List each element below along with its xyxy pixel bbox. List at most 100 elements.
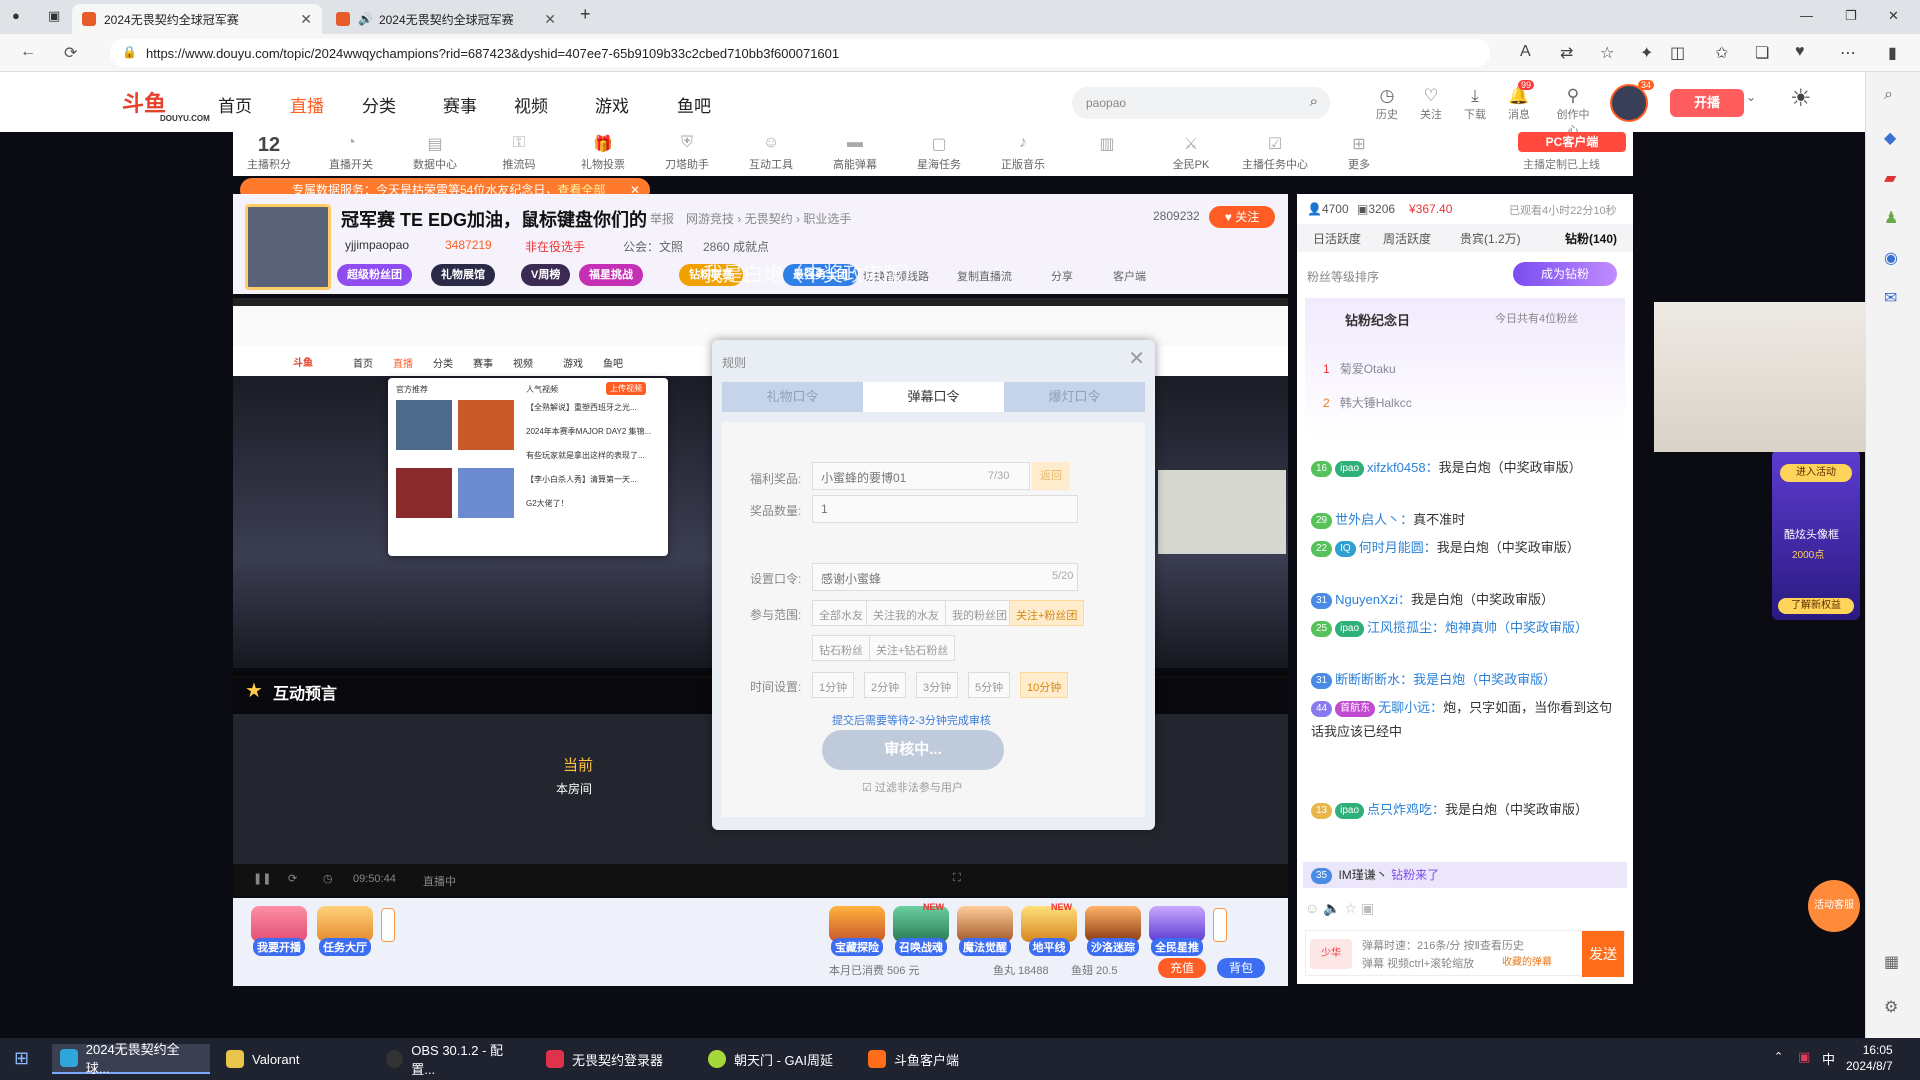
scope-all[interactable]: 全部水友 <box>812 600 870 626</box>
anchor-avatar[interactable] <box>245 204 331 290</box>
speaker-icon[interactable]: 🔈 <box>1323 900 1340 916</box>
report-link[interactable]: 举报 <box>650 210 674 227</box>
start-stream-button[interactable]: 开播 <box>1670 89 1744 117</box>
search-input[interactable]: paopao ⌕ <box>1072 87 1330 119</box>
collections-icon[interactable]: ❏ <box>1755 43 1769 63</box>
submit-button[interactable]: 审核中... <box>822 730 1004 770</box>
vweek-pill[interactable]: V周榜 <box>521 264 571 286</box>
close-icon[interactable]: ✕ <box>1128 346 1145 371</box>
tab-barrage-code[interactable]: 弹幕口令 <box>863 382 1004 412</box>
gift-star-push[interactable]: 全民星推 <box>1149 906 1205 956</box>
gift-summon[interactable]: 召唤战魂 NEW <box>893 902 949 956</box>
become-diamond-button[interactable]: 成为钻粉 <box>1513 262 1617 286</box>
tab-vip[interactable]: 贵宾(1.2万) <box>1460 230 1521 247</box>
task-douyu[interactable]: 斗鱼客户端 <box>860 1044 990 1074</box>
tool-blank[interactable]: ▥ <box>1071 134 1143 156</box>
anchor-name[interactable]: yjjimpaopao <box>345 238 409 252</box>
tab-weekly-active[interactable]: 周活跃度 <box>1383 230 1431 247</box>
nav-home[interactable]: 首页 <box>218 92 252 117</box>
rank-row[interactable]: 2 韩大锤Halkcc <box>1323 394 1412 411</box>
browser-tab-active[interactable]: 2024无畏契约全球冠军赛 ✕ <box>72 4 322 34</box>
url-input[interactable]: 🔒 https://www.douyu.com/topic/2024wwqych… <box>110 39 1490 67</box>
close-tab-icon[interactable]: ✕ <box>300 11 312 28</box>
user-avatar[interactable]: 34 <box>1610 80 1654 122</box>
close-window-button[interactable]: ✕ <box>1888 8 1899 24</box>
side-promo[interactable]: 进入活动 酷炫头像框 2000点 了解新权益 <box>1772 450 1860 620</box>
copy-icon[interactable]: ▣ <box>1361 900 1374 916</box>
tool-data-center[interactable]: ▤ 数据中心 <box>399 134 471 172</box>
fan-rank-label[interactable]: 粉丝等级排序 <box>1307 268 1379 285</box>
read-aloud-icon[interactable]: A <box>1520 43 1531 61</box>
tray-valorant-icon[interactable]: ▣ <box>1798 1049 1810 1065</box>
gift-scroll-button[interactable] <box>1213 908 1227 942</box>
nav-video[interactable]: 视频 <box>514 92 548 117</box>
minimize-button[interactable]: — <box>1800 8 1813 23</box>
lucky-challenge-pill[interactable]: 福星挑战 <box>579 264 643 286</box>
search-icon[interactable]: ⌕ <box>1310 93 1318 110</box>
saved-barrage-button[interactable]: 收藏的弹幕 <box>1502 953 1552 968</box>
tab-diamond[interactable]: 钻粉(140) <box>1565 230 1617 247</box>
browser-essentials-icon[interactable]: ♥ <box>1795 43 1805 61</box>
time-1min[interactable]: 1分钟 <box>812 672 855 698</box>
clock[interactable]: 16:05 2024/8/7 <box>1846 1042 1893 1074</box>
tab-actions-icon[interactable]: ▣ <box>48 8 60 24</box>
scope-followers[interactable]: 关注我的水友 <box>866 600 946 626</box>
refresh-icon[interactable]: ⟳ <box>288 872 297 885</box>
refresh-icon[interactable]: ⟳ <box>64 43 77 63</box>
send-button[interactable]: 发送 <box>1582 931 1624 977</box>
task-music[interactable]: 朝天门 - GAI周延 <box>700 1044 852 1074</box>
tab-gift-code[interactable]: 礼物口令 <box>722 382 863 412</box>
download-button[interactable]: ⤓ 下载 <box>1458 86 1492 122</box>
star-icon[interactable]: ☆ <box>1345 900 1358 916</box>
tool-push-code[interactable]: ⚿ 推流码 <box>483 134 555 172</box>
chevron-down-icon[interactable]: ⌄ <box>1746 90 1756 104</box>
gift-horizon[interactable]: 地平线 NEW <box>1021 902 1077 956</box>
m365-icon[interactable]: ◉ <box>1884 248 1898 268</box>
audio-icon[interactable]: 🔊 <box>358 12 373 26</box>
tool-dota-helper[interactable]: ⛨ 刀塔助手 <box>651 134 723 172</box>
nav-live[interactable]: 直播 <box>290 92 324 117</box>
split-screen-icon[interactable]: ◫ <box>1670 43 1685 63</box>
theme-sun-icon[interactable]: ☀ <box>1790 84 1812 113</box>
fullscreen-icon[interactable]: ⛶ <box>953 872 961 885</box>
clock-icon[interactable]: ◷ <box>323 872 333 885</box>
gift-magic[interactable]: 魔法觉醒 <box>957 906 1013 956</box>
shopping-icon[interactable]: ▰ <box>1884 168 1896 188</box>
time-10min[interactable]: 10分钟 <box>1020 672 1069 698</box>
scope-fan-group[interactable]: 我的粉丝团 <box>945 600 1014 626</box>
close-tab-icon[interactable]: ✕ <box>544 11 556 28</box>
douyu-logo[interactable]: 斗鱼 DOUYU.COM <box>122 86 210 123</box>
task-hall-entry[interactable]: 任务大厅 <box>317 906 373 956</box>
tab-daily-active[interactable]: 日活跃度 <box>1313 230 1361 247</box>
screenshot-icon[interactable]: ▦ <box>1884 952 1899 972</box>
task-obs[interactable]: OBS 30.1.2 - 配置... <box>378 1043 530 1077</box>
browser-tab[interactable]: 🔊 2024无畏契约全球冠军赛 ✕ <box>326 4 566 34</box>
creator-center-button[interactable]: ⚲ 创作中心 <box>1556 86 1590 138</box>
sidebar-toggle-icon[interactable]: ▮ <box>1888 43 1897 63</box>
gift-desert[interactable]: 沙洛迷踪 <box>1085 906 1141 956</box>
service-button[interactable]: 活动客服 <box>1808 880 1860 932</box>
tool-interactive[interactable]: ☺ 互动工具 <box>735 134 807 172</box>
nav-games[interactable]: 游戏 <box>595 92 629 117</box>
rank-row[interactable]: 1 菊爱Otaku <box>1323 360 1396 377</box>
outlook-icon[interactable]: ✉ <box>1884 288 1897 308</box>
scope-diamond[interactable]: 钻石粉丝 <box>812 635 870 661</box>
client-link[interactable]: 客户端 <box>1113 268 1146 284</box>
tool-anchor-task[interactable]: ☑ 主播任务中心 <box>1239 134 1311 172</box>
gift-treasure[interactable]: 宝藏探险 <box>829 906 885 956</box>
pause-icon[interactable]: ❚❚ <box>253 872 271 885</box>
tool-score[interactable]: 12 主播积分 <box>233 134 305 172</box>
emoji-icon[interactable]: ☺ <box>1305 900 1319 916</box>
recharge-button[interactable]: 充值 <box>1158 958 1206 978</box>
start-live-entry[interactable]: 我要开播 <box>251 906 307 956</box>
tab-light-code[interactable]: 爆灯口令 <box>1004 382 1145 412</box>
tool-more[interactable]: ⊞ 更多 <box>1323 134 1395 172</box>
tray-chevron-icon[interactable]: ⌃ <box>1774 1050 1783 1063</box>
return-button[interactable]: 返回 <box>1032 462 1070 490</box>
favorites-icon[interactable]: ✩ <box>1715 43 1728 63</box>
quantity-input[interactable]: 1 <box>812 495 1078 523</box>
breadcrumb[interactable]: 网游竞技 › 无畏契约 › 职业选手 <box>686 210 851 227</box>
settings-icon[interactable]: ⚙ <box>1884 997 1898 1017</box>
tool-pk[interactable]: ⚔ 全民PK <box>1155 134 1227 172</box>
pc-client-button[interactable]: PC客户端 <box>1518 132 1626 152</box>
